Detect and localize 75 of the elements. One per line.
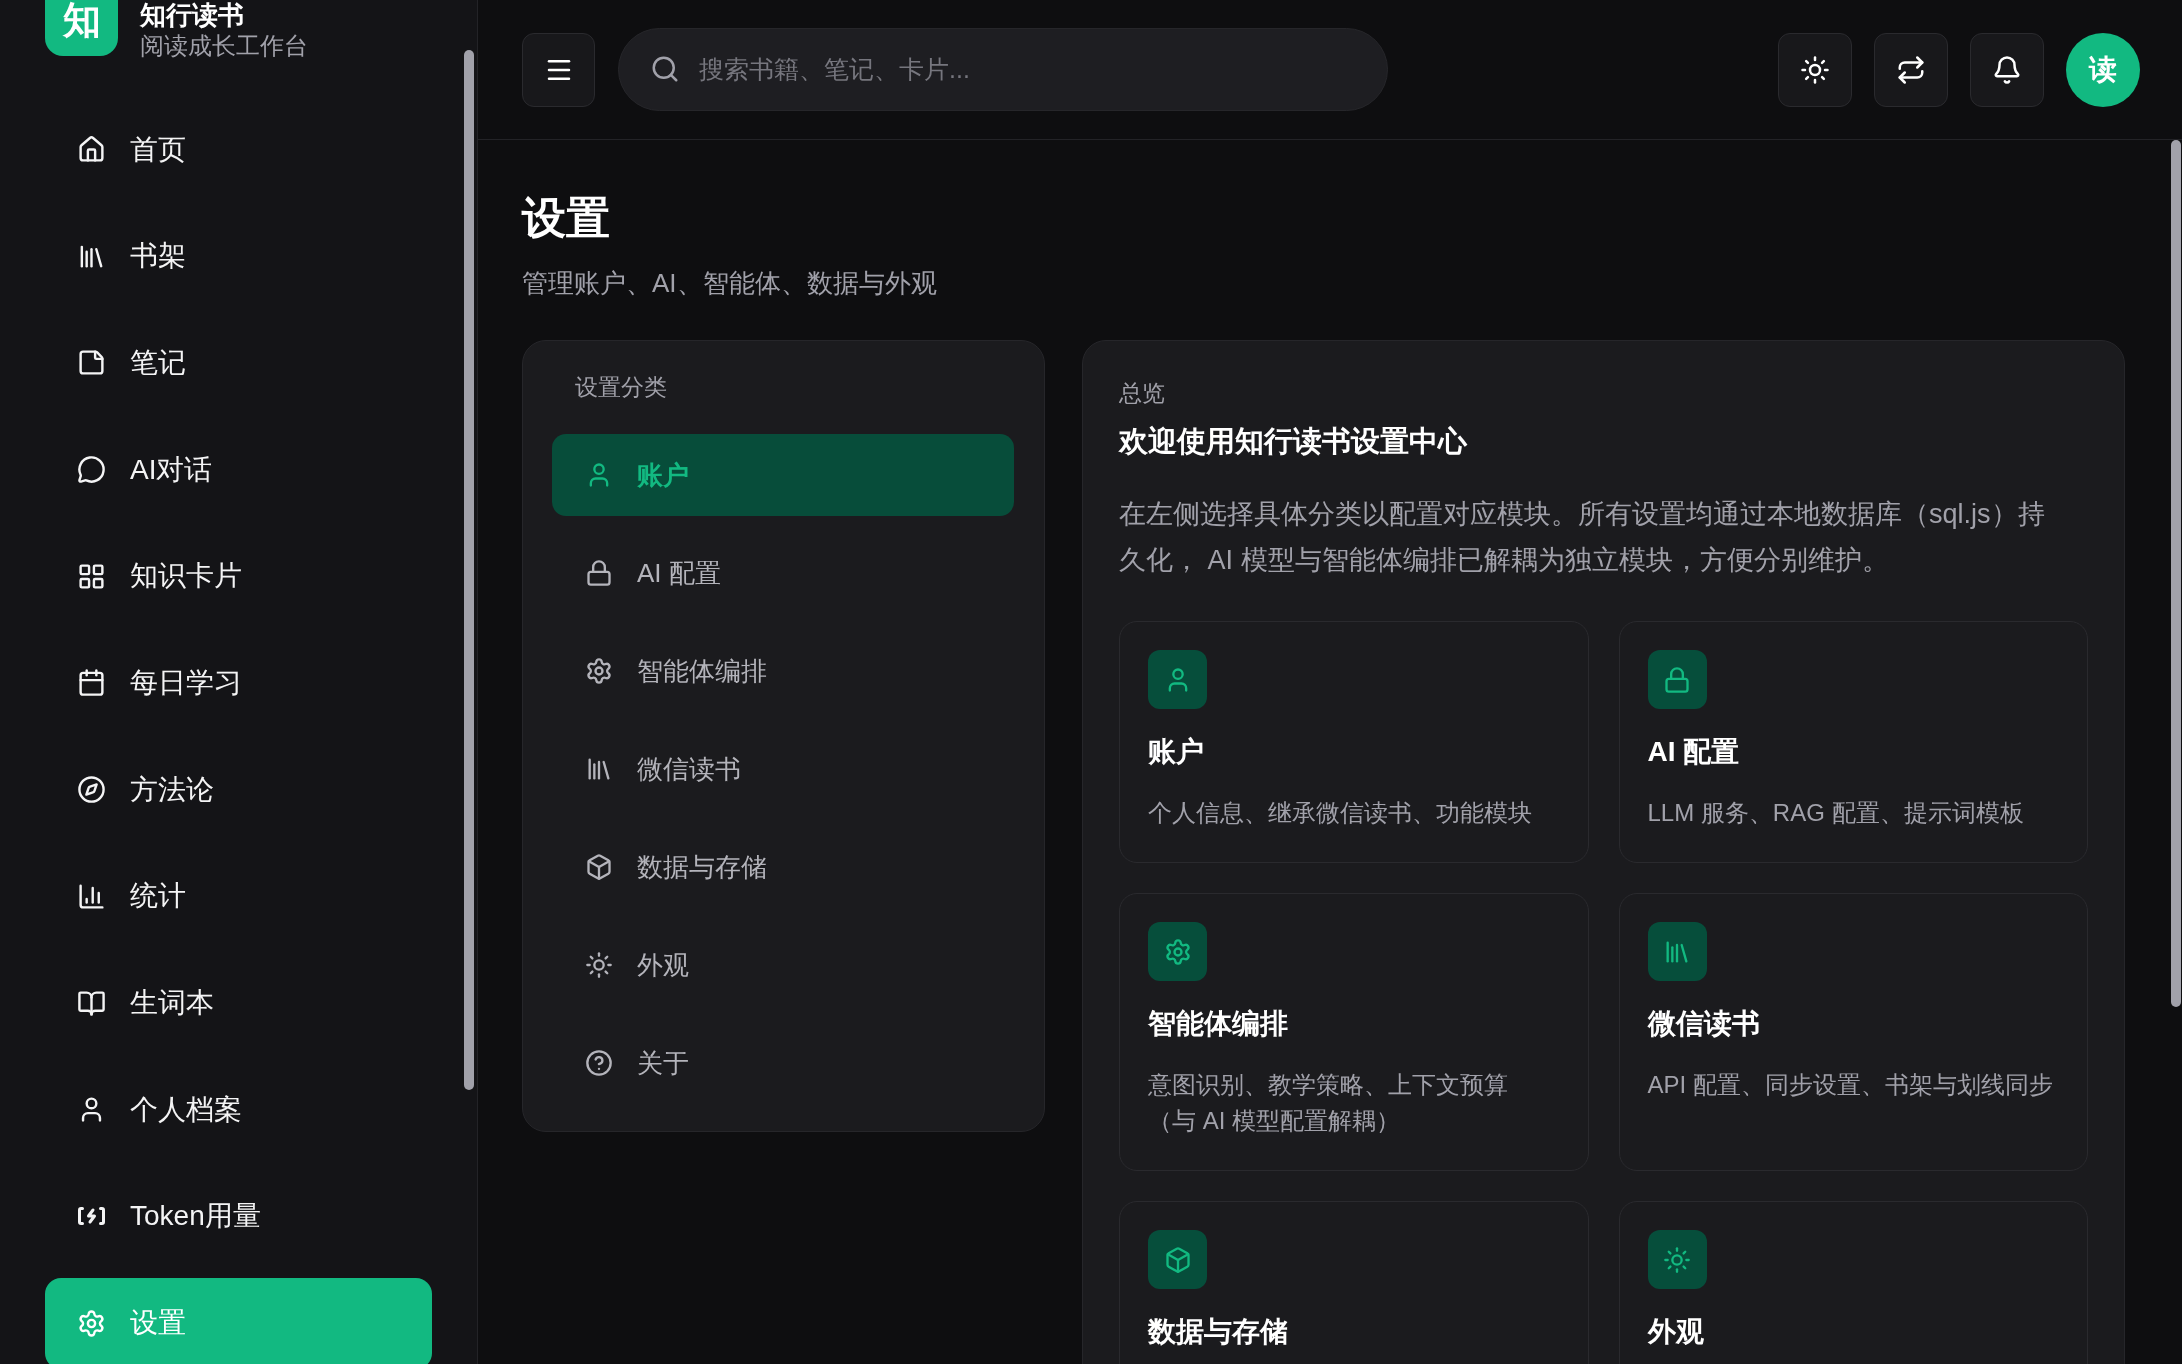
overview-heading: 欢迎使用知行读书设置中心 <box>1119 424 1468 459</box>
nav-item[interactable]: 笔记 <box>45 317 432 409</box>
card-description: LLM 服务、RAG 配置、提示词模板 <box>1647 798 2025 828</box>
overview-card[interactable]: 智能体编排 意图识别、教学策略、上下文预算（与 AI 模型配置解耦） <box>1119 893 1589 1171</box>
nav-item[interactable]: 书架 <box>45 210 432 302</box>
sun-icon <box>1800 54 1830 85</box>
overview-card[interactable]: 微信读书 API 配置、同步设置、书架与划线同步 <box>1618 893 2088 1171</box>
grid-icon <box>77 561 106 591</box>
app-title: 知行读书 <box>140 1 245 29</box>
cube-icon <box>1148 1230 1207 1289</box>
overview-eyebrow: 总览 <box>1119 379 1166 408</box>
overview-card[interactable]: AI 配置 LLM 服务、RAG 配置、提示词模板 <box>1618 621 2088 863</box>
category-item[interactable]: 数据与存储 <box>552 826 1014 908</box>
settings-icon <box>77 1308 106 1338</box>
sun-icon <box>1647 1230 1707 1289</box>
nav-item[interactable]: 个人档案 <box>45 1064 432 1156</box>
help-icon <box>585 1049 613 1077</box>
sidebar-scrollbar[interactable] <box>464 50 474 1090</box>
overview-description: 在左侧选择具体分类以配置对应模块。所有设置均通过本地数据库（sql.js）持久化， AI 模型与智能体编排已解耦为独立模块，方便分别维护。 <box>1119 498 2046 577</box>
notifications-button[interactable] <box>1970 32 2044 107</box>
category-item[interactable]: 外观 <box>552 924 1014 1006</box>
card-description: 意图识别、教学策略、上下文预算（与 AI 模型配置解耦） <box>1148 1070 1509 1136</box>
category-item[interactable]: 关于 <box>552 1022 1014 1104</box>
card-description: API 配置、同步设置、书架与划线同步 <box>1647 1070 2054 1100</box>
theme-button[interactable] <box>1778 32 1852 107</box>
nav-item[interactable]: 知识卡片 <box>45 530 432 622</box>
nav-item[interactable]: 每日学习 <box>45 637 432 729</box>
category-heading: 设置分类 <box>574 373 668 402</box>
category-item[interactable]: AI 配置 <box>552 532 1014 614</box>
search-icon <box>650 54 680 84</box>
cube-icon <box>585 853 613 881</box>
card-title: 智能体编排 <box>1148 1007 1289 1041</box>
nav-item[interactable]: AI对话 <box>45 424 432 516</box>
repeat-icon <box>1896 54 1926 85</box>
nav-item[interactable]: 生词本 <box>45 957 432 1049</box>
nav-item[interactable]: Token用量 <box>45 1170 432 1262</box>
switch-button[interactable] <box>1874 32 1948 107</box>
nav-item[interactable]: 方法论 <box>45 744 432 836</box>
page-subtitle: 管理账户、AI、智能体、数据与外观 <box>522 267 938 300</box>
note-icon <box>77 348 106 378</box>
home-icon <box>77 135 106 164</box>
calendar-icon <box>77 668 106 698</box>
nav-item[interactable]: 首页 <box>45 104 432 195</box>
app-subtitle: 阅读成长工作台 <box>140 31 308 61</box>
bell-icon <box>1992 54 2022 85</box>
settings-icon <box>1148 922 1207 981</box>
user-icon <box>1148 650 1207 709</box>
card-title: AI 配置 <box>1647 735 1741 769</box>
chat-bubble-icon <box>77 455 106 485</box>
search-field[interactable]: 搜索书籍、笔记、卡片... <box>618 28 1388 111</box>
bracket-bolt-icon <box>78 1207 105 1226</box>
overview-card[interactable]: 数据与存储 <box>1119 1201 1589 1364</box>
card-title: 微信读书 <box>1647 1007 1761 1041</box>
sun-icon <box>585 951 613 979</box>
card-description: 个人信息、继承微信读书、功能模块 <box>1148 798 1533 828</box>
nav-item[interactable]: 统计 <box>45 850 432 942</box>
menu-button[interactable] <box>522 32 595 107</box>
overview-card[interactable]: 账户 个人信息、继承微信读书、功能模块 <box>1119 621 1589 863</box>
lock-icon <box>1647 650 1707 709</box>
category-item[interactable]: 智能体编排 <box>552 630 1014 712</box>
bookshelf-icon <box>1647 922 1707 981</box>
settings-icon <box>585 657 613 685</box>
card-title: 数据与存储 <box>1148 1315 1289 1349</box>
bar-chart-icon <box>77 881 106 911</box>
open-book-icon <box>77 988 106 1018</box>
category-item[interactable]: 账户 <box>552 434 1014 516</box>
page-title: 设置 <box>522 192 611 244</box>
compass-icon <box>77 775 106 805</box>
category-item[interactable]: 微信读书 <box>552 728 1014 810</box>
overview-card[interactable]: 外观 <box>1618 1201 2088 1364</box>
page-scrollbar[interactable] <box>2171 140 2181 1007</box>
lock-icon <box>585 559 613 587</box>
logo-mark: 知 <box>45 0 118 56</box>
card-title: 账户 <box>1148 735 1205 769</box>
card-title: 外观 <box>1647 1315 1705 1349</box>
